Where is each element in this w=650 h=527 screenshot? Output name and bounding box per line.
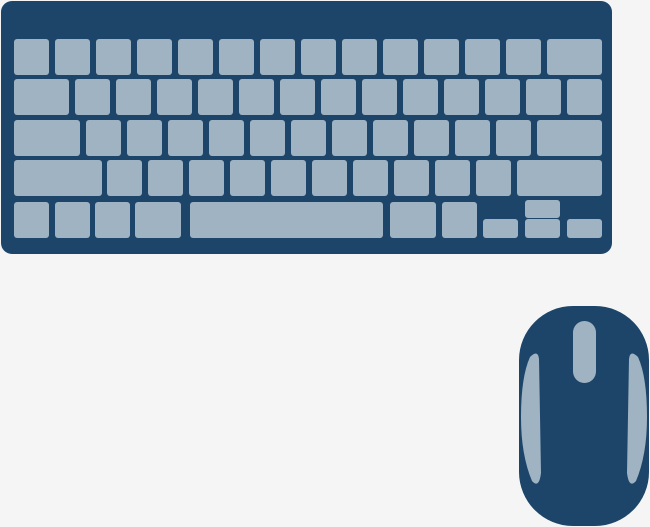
key-home-1 (14, 160, 102, 196)
key-number-11 (444, 79, 479, 115)
key-function-5 (178, 39, 213, 75)
key-number-13 (526, 79, 561, 115)
key-home-4 (189, 160, 224, 196)
key-bottom-4 (135, 202, 181, 238)
key-function-2 (55, 39, 90, 75)
key-number-14 (567, 79, 602, 115)
key-bottom-3 (95, 202, 130, 238)
key-number-4 (157, 79, 192, 115)
key-function-9 (342, 39, 377, 75)
key-bottom-8 (483, 219, 518, 238)
key-top-letter-8 (332, 120, 367, 156)
key-top-letter-7 (291, 120, 326, 156)
key-bottom-11 (567, 219, 602, 238)
key-number-3 (116, 79, 151, 115)
mouse-scroll-wheel (573, 321, 596, 383)
key-number-2 (75, 79, 110, 115)
key-function-6 (219, 39, 254, 75)
key-function-3 (96, 39, 131, 75)
key-home-11 (476, 160, 511, 196)
key-function-12 (465, 39, 500, 75)
key-home-10 (435, 160, 470, 196)
key-home-3 (148, 160, 183, 196)
key-top-letter-4 (168, 120, 203, 156)
key-number-8 (321, 79, 356, 115)
key-bottom-6 (390, 202, 436, 238)
key-bottom-1 (14, 202, 49, 238)
mouse-icon (519, 306, 649, 526)
key-home-7 (312, 160, 347, 196)
key-function-14 (547, 39, 602, 75)
key-bottom-9 (525, 200, 560, 218)
key-number-1 (14, 79, 69, 115)
key-bottom-7 (442, 202, 477, 238)
key-number-6 (239, 79, 274, 115)
key-number-12 (485, 79, 520, 115)
key-home-2 (107, 160, 142, 196)
key-bottom-2 (55, 202, 90, 238)
key-bottom-10 (525, 219, 560, 238)
key-home-9 (394, 160, 429, 196)
key-top-letter-10 (414, 120, 449, 156)
key-top-letter-9 (373, 120, 408, 156)
key-top-letter-12 (496, 120, 531, 156)
key-home-6 (271, 160, 306, 196)
key-number-5 (198, 79, 233, 115)
key-top-letter-5 (209, 120, 244, 156)
key-function-11 (424, 39, 459, 75)
key-home-5 (230, 160, 265, 196)
key-top-letter-6 (250, 120, 285, 156)
key-home-12 (517, 160, 602, 196)
key-function-10 (383, 39, 418, 75)
key-number-9 (362, 79, 397, 115)
keyboard-icon (1, 1, 612, 254)
key-function-8 (301, 39, 336, 75)
key-top-letter-11 (455, 120, 490, 156)
key-top-letter-1 (14, 120, 80, 156)
key-function-1 (14, 39, 49, 75)
illustration (0, 0, 650, 527)
key-number-10 (403, 79, 438, 115)
key-function-13 (506, 39, 541, 75)
key-home-8 (353, 160, 388, 196)
key-number-7 (280, 79, 315, 115)
key-top-letter-2 (86, 120, 121, 156)
key-top-letter-13 (537, 120, 602, 156)
key-function-4 (137, 39, 172, 75)
key-bottom-5 (190, 202, 383, 238)
key-top-letter-3 (127, 120, 162, 156)
key-function-7 (260, 39, 295, 75)
